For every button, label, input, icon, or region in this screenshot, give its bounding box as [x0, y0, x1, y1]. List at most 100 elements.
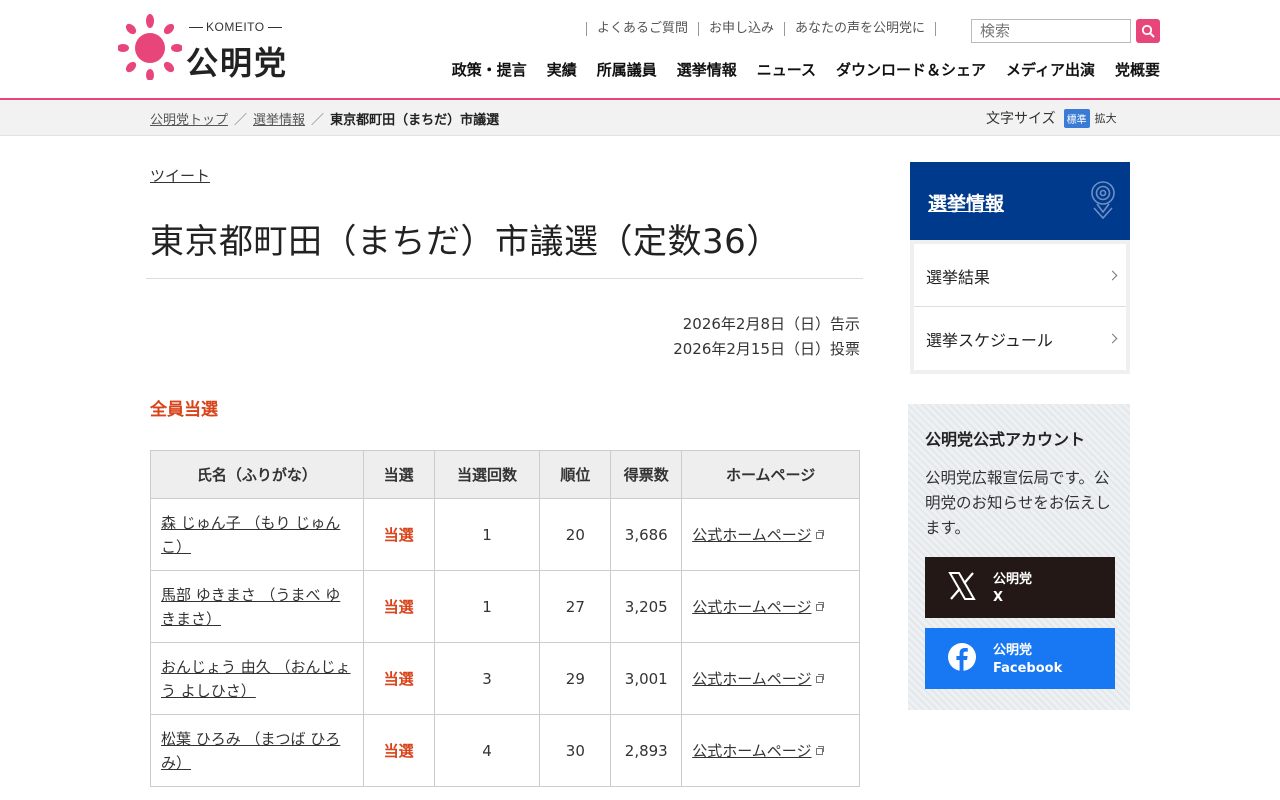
candidate-name-link[interactable]: おんじょう 由久 （おんじょう よしひさ）: [161, 658, 351, 700]
chevron-right-icon: [1107, 270, 1118, 281]
facebook-button-line2: Facebook: [993, 661, 1063, 676]
result-cell: 当選: [362, 498, 435, 571]
accounts-description: 公明党広報宣伝局です。公明党のお知らせをお伝えします。: [925, 469, 1111, 537]
votes-cell: 2,893: [610, 714, 683, 787]
homepage-cell: 公式ホームページ: [681, 498, 860, 571]
sidebar-official-accounts: 公明党公式アカウント 公明党広報宣伝局です。公明党のお知らせをお伝えします。 公…: [908, 404, 1130, 710]
page-title: 東京都町田（まちだ）市議選（定数36）: [150, 222, 781, 262]
nav-news[interactable]: ニュース: [757, 59, 816, 80]
table-row: 松葉 ひろみ （まつば ひろみ） 当選 4 30 2,893 公式ホームページ: [150, 714, 860, 787]
votes-cell: 3,001: [610, 642, 683, 715]
x-account-button[interactable]: 公明党 X: [925, 557, 1115, 618]
sidebar-election-title[interactable]: 選挙情報: [928, 189, 1004, 216]
accounts-title: 公明党公式アカウント: [925, 430, 1086, 449]
col-header-votes: 得票数: [610, 450, 683, 499]
tweet-link[interactable]: ツイート: [150, 165, 210, 186]
breadcrumb-home[interactable]: 公明党トップ: [150, 113, 228, 128]
external-link-icon: [815, 530, 824, 539]
sidebar-item-schedule[interactable]: 選挙スケジュール: [914, 307, 1126, 370]
homepage-link[interactable]: 公式ホームページ: [692, 742, 811, 760]
util-link-faq[interactable]: よくあるご質問: [586, 22, 698, 36]
homepage-link[interactable]: 公式ホームページ: [692, 598, 811, 616]
sidebar-election-menu: 選挙情報 選挙結果 選挙スケジュール: [910, 162, 1130, 374]
sidebar-election-list: 選挙結果 選挙スケジュール: [914, 244, 1126, 370]
external-link-icon: [815, 674, 824, 683]
external-link-icon: [815, 746, 824, 755]
candidate-name-cell: 森 じゅん子 （もり じゅんこ）: [150, 498, 364, 571]
col-header-name: 氏名（ふりがな）: [150, 450, 364, 499]
rose-icon: [1091, 181, 1115, 220]
font-size-label: 文字サイズ: [986, 111, 1056, 127]
sidebar-item-results[interactable]: 選挙結果: [914, 244, 1126, 307]
col-header-rank: 順位: [539, 450, 612, 499]
utility-links: よくあるご質問 お申し込み あなたの声を公明党に: [586, 22, 937, 36]
nav-download[interactable]: ダウンロード＆シェア: [836, 59, 986, 80]
search-icon: [1141, 24, 1155, 38]
sidebar-item-label: 選挙スケジュール: [926, 331, 1053, 350]
external-link-icon: [815, 602, 824, 611]
breadcrumb-current: 東京都町田（まちだ）市議選: [330, 113, 500, 128]
times-cell: 1: [433, 498, 541, 571]
rank-cell: 20: [539, 498, 612, 571]
nav-members[interactable]: 所属議員: [597, 59, 657, 80]
candidate-name-cell: 松葉 ひろみ （まつば ひろみ）: [150, 714, 364, 787]
nav-about[interactable]: 党概要: [1115, 59, 1160, 80]
candidate-name-cell: 馬部 ゆきまさ （うまべ ゆきまさ）: [150, 570, 364, 643]
result-summary: 全員当選: [150, 400, 218, 420]
breadcrumb-election[interactable]: 選挙情報: [253, 113, 305, 128]
komeito-logo-icon: [118, 14, 182, 80]
result-cell: 当選: [362, 642, 435, 715]
breadcrumb: 公明党トップ ／ 選挙情報 ／ 東京都町田（まちだ）市議選: [150, 109, 499, 128]
breadcrumb-separator: ／: [234, 113, 248, 128]
facebook-logo-icon: [948, 643, 976, 671]
komeito-logo[interactable]: KOMEITO 公明党: [118, 12, 318, 82]
col-header-homepage: ホームページ: [681, 450, 860, 499]
site-header: KOMEITO 公明党 よくあるご質問 お申し込み あなたの声を公明党に 検索 …: [0, 0, 1280, 100]
x-button-label: 公明党 X: [993, 571, 1032, 607]
homepage-link[interactable]: 公式ホームページ: [692, 670, 811, 688]
facebook-account-button[interactable]: 公明党 Facebook: [925, 628, 1115, 689]
x-logo-icon: [948, 572, 976, 600]
times-cell: 4: [433, 714, 541, 787]
votes-cell: 3,686: [610, 498, 683, 571]
sidebar-election-header: 選挙情報: [910, 162, 1130, 240]
x-button-line2: X: [993, 590, 1004, 605]
logo-text: 公明党: [186, 44, 289, 82]
rank-cell: 27: [539, 570, 612, 643]
font-size-control: 文字サイズ 標準 拡大: [986, 108, 1117, 128]
nav-media[interactable]: メディア出演: [1006, 59, 1095, 80]
breadcrumb-bar: 公明党トップ ／ 選挙情報 ／ 東京都町田（まちだ）市議選 文字サイズ 標準 拡大: [0, 100, 1280, 136]
facebook-button-label: 公明党 Facebook: [993, 642, 1062, 678]
table-row: 森 じゅん子 （もり じゅんこ） 当選 1 20 3,686 公式ホームページ: [150, 498, 860, 571]
col-header-times: 当選回数: [433, 450, 541, 499]
global-nav: 政策・提言 実績 所属議員 選挙情報 ニュース ダウンロード＆シェア メディア出…: [452, 59, 1160, 80]
homepage-link[interactable]: 公式ホームページ: [692, 526, 811, 544]
search-input[interactable]: 検索: [971, 19, 1131, 43]
title-divider: [146, 278, 863, 279]
sidebar-item-label: 選挙結果: [926, 268, 991, 287]
font-size-large-button[interactable]: 拡大: [1095, 110, 1117, 126]
result-cell: 当選: [362, 570, 435, 643]
table-row: おんじょう 由久 （おんじょう よしひさ） 当選 3 29 3,001 公式ホー…: [150, 642, 860, 715]
rank-cell: 30: [539, 714, 612, 787]
homepage-cell: 公式ホームページ: [681, 642, 860, 715]
times-cell: 3: [433, 642, 541, 715]
util-link-voice[interactable]: あなたの声を公明党に: [784, 22, 937, 36]
facebook-button-line1: 公明党: [993, 643, 1033, 658]
search-button[interactable]: [1136, 19, 1160, 43]
date-notice: 2026年2月8日（日）告示: [682, 315, 860, 333]
votes-cell: 3,205: [610, 570, 683, 643]
candidate-name-link[interactable]: 松葉 ひろみ （まつば ひろみ）: [161, 730, 340, 772]
homepage-cell: 公式ホームページ: [681, 570, 860, 643]
result-cell: 当選: [362, 714, 435, 787]
candidate-name-link[interactable]: 馬部 ゆきまさ （うまべ ゆきまさ）: [161, 586, 340, 628]
times-cell: 1: [433, 570, 541, 643]
chevron-right-icon: [1107, 333, 1118, 344]
nav-policy[interactable]: 政策・提言: [452, 59, 527, 80]
font-size-standard-button[interactable]: 標準: [1063, 108, 1090, 128]
candidate-name-link[interactable]: 森 じゅん子 （もり じゅんこ）: [161, 514, 340, 556]
nav-election[interactable]: 選挙情報: [677, 59, 737, 80]
date-vote: 2026年2月15日（日）投票: [673, 340, 860, 358]
util-link-apply[interactable]: お申し込み: [698, 22, 784, 36]
nav-achievements[interactable]: 実績: [547, 59, 577, 80]
